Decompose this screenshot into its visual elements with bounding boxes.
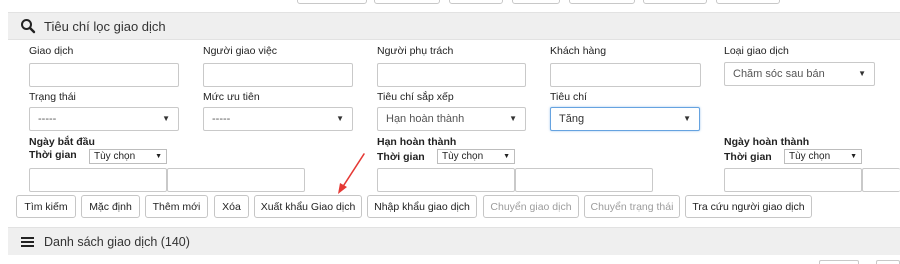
ngay-hoan-thanh-from-input[interactable] xyxy=(724,168,862,192)
tuy-chon-value: Tùy chọn xyxy=(94,151,136,162)
han-hoan-thanh-label: Hạn hoàn thành xyxy=(377,136,457,148)
filter-panel-title: Tiêu chí lọc giao dịch xyxy=(44,18,166,34)
chevron-down-icon: ▼ xyxy=(850,153,857,160)
loai-giao-dich-select[interactable]: Chăm sóc sau bán ▼ xyxy=(724,62,875,86)
pagination-control[interactable] xyxy=(819,260,859,264)
tieu-chi-sap-xep-select[interactable]: Hạn hoàn thành ▼ xyxy=(377,107,526,131)
them-moi-button[interactable]: Thêm mới xyxy=(145,195,208,218)
tuy-chon-value: Tùy chọn xyxy=(442,151,484,162)
loai-giao-dich-value: Chăm sóc sau bán xyxy=(733,68,825,80)
hamburger-icon xyxy=(20,234,36,250)
thoi-gian-label: Thời gian xyxy=(724,151,772,163)
search-icon xyxy=(20,18,36,34)
ngay-hoan-thanh-label: Ngày hoàn thành xyxy=(724,136,810,148)
trang-thai-select[interactable]: ----- ▼ xyxy=(29,107,179,131)
muc-uu-tien-label: Mức ưu tiên xyxy=(203,91,260,103)
ngay-bat-dau-to-input[interactable] xyxy=(167,168,305,192)
tieu-chi-label: Tiêu chí xyxy=(550,91,587,103)
mac-dinh-button[interactable]: Mặc định xyxy=(81,195,140,218)
tuy-chon-value: Tùy chọn xyxy=(789,151,831,162)
top-toolbar-button[interactable] xyxy=(374,0,440,4)
tieu-chi-sap-xep-label: Tiêu chí sắp xếp xyxy=(377,91,454,103)
filter-panel-header: Tiêu chí lọc giao dịch xyxy=(8,12,900,40)
chevron-down-icon: ▼ xyxy=(683,114,691,123)
nguoi-giao-viec-label: Người giao việc xyxy=(203,45,278,57)
top-toolbar-button[interactable] xyxy=(512,0,560,4)
pagination-control[interactable] xyxy=(876,260,900,264)
muc-uu-tien-select[interactable]: ----- ▼ xyxy=(203,107,353,131)
tieu-chi-sap-xep-value: Hạn hoàn thành xyxy=(386,113,465,125)
ngay-hoan-thanh-to-input[interactable] xyxy=(862,168,900,192)
tieu-chi-value: Tăng xyxy=(559,113,585,125)
chevron-down-icon: ▼ xyxy=(155,153,162,160)
giao-dich-input[interactable] xyxy=(29,63,179,87)
tra-cuu-button[interactable]: Tra cứu người giao dịch xyxy=(685,195,812,218)
xuat-khau-button[interactable]: Xuất khẩu Giao dịch xyxy=(254,195,362,218)
chevron-down-icon: ▼ xyxy=(336,114,344,123)
thoi-gian-label: Thời gian xyxy=(29,149,77,161)
chevron-down-icon: ▼ xyxy=(503,153,510,160)
top-toolbar-button[interactable] xyxy=(449,0,503,4)
top-toolbar-button[interactable] xyxy=(569,0,635,4)
nguoi-phu-trach-label: Người phụ trách xyxy=(377,45,454,57)
nguoi-phu-trach-input[interactable] xyxy=(377,63,526,87)
han-hoan-thanh-from-input[interactable] xyxy=(377,168,515,192)
list-panel-header: Danh sách giao dịch (140) xyxy=(8,227,900,255)
annotation-arrow xyxy=(338,153,365,194)
ngay-bat-dau-label: Ngày bắt đầu xyxy=(29,136,95,148)
han-hoan-thanh-thoi-gian-select[interactable]: Tùy chọn ▼ xyxy=(437,149,515,164)
ngay-bat-dau-from-input[interactable] xyxy=(29,168,167,192)
top-toolbar-button[interactable] xyxy=(297,0,367,4)
loai-giao-dich-label: Loại giao dịch xyxy=(724,45,789,57)
chuyen-trang-thai-button[interactable]: Chuyển trạng thái xyxy=(584,195,680,218)
chevron-down-icon: ▼ xyxy=(858,69,866,78)
khach-hang-input[interactable] xyxy=(550,63,701,87)
chevron-down-icon: ▼ xyxy=(162,114,170,123)
nguoi-giao-viec-input[interactable] xyxy=(203,63,353,87)
nhap-khau-button[interactable]: Nhập khẩu giao dịch xyxy=(367,195,477,218)
list-panel-title: Danh sách giao dịch (140) xyxy=(44,234,190,249)
han-hoan-thanh-to-input[interactable] xyxy=(515,168,653,192)
ngay-bat-dau-thoi-gian-select[interactable]: Tùy chọn ▼ xyxy=(89,149,167,164)
xoa-button[interactable]: Xóa xyxy=(214,195,249,218)
giao-dich-label: Giao dịch xyxy=(29,45,74,57)
top-toolbar-button[interactable] xyxy=(643,0,707,4)
muc-uu-tien-value: ----- xyxy=(212,113,231,125)
top-toolbar-button[interactable] xyxy=(716,0,780,4)
khach-hang-label: Khách hàng xyxy=(550,45,607,57)
chevron-down-icon: ▼ xyxy=(509,114,517,123)
ngay-hoan-thanh-thoi-gian-select[interactable]: Tùy chọn ▼ xyxy=(784,149,862,164)
thoi-gian-label: Thời gian xyxy=(377,151,425,163)
tim-kiem-button[interactable]: Tìm kiếm xyxy=(16,195,76,218)
tieu-chi-select[interactable]: Tăng ▼ xyxy=(550,107,700,131)
trang-thai-value: ----- xyxy=(38,113,57,125)
chuyen-giao-dich-button[interactable]: Chuyển giao dịch xyxy=(483,195,579,218)
trang-thai-label: Trạng thái xyxy=(29,91,76,103)
